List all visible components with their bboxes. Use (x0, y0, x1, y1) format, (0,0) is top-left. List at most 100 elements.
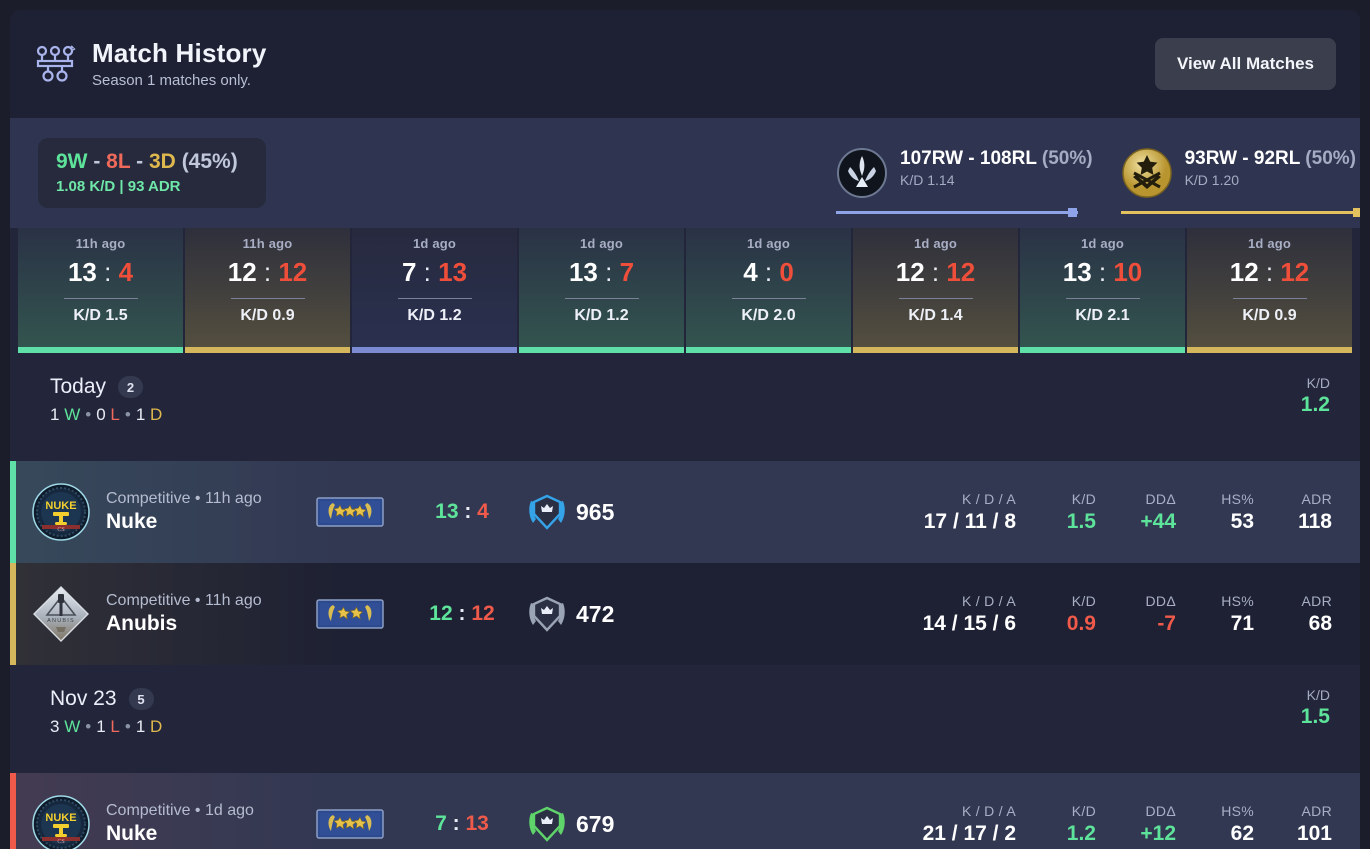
tile-time-ago: 1d ago (412, 236, 457, 251)
stat-kda: K / D / A 17 / 11 / 8 (866, 491, 1016, 534)
day-title-row: Today 2 (50, 375, 162, 399)
recent-match-tile[interactable]: 1d ago 12 : 12 K/D 0.9 (1187, 228, 1352, 353)
stat-hs-value: 62 (1230, 821, 1254, 845)
tile-result-accent (352, 347, 517, 353)
rank-progress-knob (1068, 208, 1078, 217)
tile-score: 12 : 12 (895, 257, 976, 287)
recent-match-tile[interactable]: 1d ago 7 : 13 K/D 1.2 (352, 228, 517, 353)
rank-progress-bar (1120, 208, 1360, 217)
tile-score-right: 0 (779, 257, 794, 287)
match-score-left: 7 (435, 812, 447, 835)
tile-kd: K/D 1.4 (908, 307, 963, 324)
day-losses: 0 (96, 405, 106, 424)
day-kd-value: 1.5 (1300, 705, 1330, 728)
overall-draws: 3D (148, 149, 176, 173)
recent-match-tile[interactable]: 1d ago 12 : 12 K/D 1.4 (853, 228, 1018, 353)
stat-adr-label: ADR (1301, 802, 1332, 819)
match-stats: K / D / A 14 / 15 / 6 K/D 0.9 DDΔ -7 HS%… (866, 593, 1360, 636)
match-result-edge (10, 563, 16, 665)
match-result-edge (10, 461, 16, 563)
tile-score: 12 : 12 (227, 257, 308, 287)
stat-kda: K / D / A 21 / 17 / 2 (866, 803, 1016, 846)
rank-summary-t: 93RW - 92RL (50%) K/D 1.20 (1120, 144, 1360, 217)
tile-score: 7 : 13 (401, 257, 468, 287)
rank-progress-bar (836, 208, 1078, 217)
premier-rating-block: 679 (528, 805, 678, 843)
stat-adr: ADR 101 (1254, 803, 1332, 846)
stat-dd-label: DDΔ (1145, 490, 1176, 507)
day-draws-label: D (150, 405, 163, 424)
tile-divider (397, 298, 472, 299)
stat-adr-value: 101 (1296, 821, 1332, 845)
match-mode-and-time: Competitive • 11h ago (106, 490, 262, 507)
match-map-name: Nuke (106, 510, 158, 533)
day-section-header: Today 2 1 W • 0 L • 1 D K/D 1.2 (10, 353, 1360, 461)
stat-kda-value: 17 / 11 / 8 (923, 509, 1016, 533)
day-wins-label: W (64, 405, 81, 424)
tile-score-left: 13 (1062, 257, 1092, 287)
premier-rating-block: 472 (528, 595, 678, 633)
match-row[interactable]: NUKE CS Competitive • 11h ago Nuke 13 : … (10, 461, 1360, 563)
match-meta: Competitive • 1d ago Nuke (106, 802, 316, 846)
day-title: Nov 23 (50, 687, 117, 710)
tile-result-accent (185, 347, 350, 353)
tile-score-right: 10 (1113, 257, 1143, 287)
stat-kd: K/D 0.9 (1016, 593, 1096, 636)
day-record: 1 W • 0 L • 1 D (50, 405, 163, 424)
tile-time-ago: 1d ago (579, 236, 624, 251)
match-score-right: 4 (477, 500, 489, 523)
day-title: Today (50, 375, 107, 398)
tile-score-right: 12 (946, 257, 976, 287)
rank-percent: (50%) (1305, 148, 1356, 169)
tile-divider (230, 298, 305, 299)
recent-match-tile[interactable]: 11h ago 13 : 4 K/D 1.5 (18, 228, 183, 353)
premier-rating-block: 965 (528, 493, 678, 531)
day-match-count: 2 (118, 376, 144, 398)
day-kd-label: K/D (1306, 375, 1330, 391)
match-row[interactable]: ANUBIS Competitive • 11h ago Anubis 12 :… (10, 563, 1360, 665)
rank-percent: (50%) (1041, 148, 1093, 169)
premier-rating-value: 679 (576, 810, 615, 837)
recent-match-tile[interactable]: 1d ago 13 : 7 K/D 1.2 (519, 228, 684, 353)
match-map-name: Anubis (106, 612, 178, 635)
tile-result-accent (18, 347, 183, 353)
tile-divider (564, 298, 639, 299)
premier-rating-value: 472 (576, 600, 615, 627)
tile-result-accent (686, 347, 851, 353)
card-header: Match History Season 1 matches only. Vie… (10, 10, 1360, 118)
stat-dd-value: -7 (1157, 611, 1176, 635)
overall-losses: 8L (106, 149, 131, 173)
rank-summary-text: 93RW - 92RL (50%) K/D 1.20 (1185, 144, 1356, 188)
recent-match-tile[interactable]: 1d ago 13 : 10 K/D 2.1 (1020, 228, 1185, 353)
rank-progress-track (836, 211, 1078, 214)
match-mode-and-time: Competitive • 11h ago (106, 592, 262, 609)
overall-record-line: 9W - 8L - 3D (45%) (56, 149, 238, 173)
recent-match-tile[interactable]: 1d ago 4 : 0 K/D 2.0 (686, 228, 851, 353)
nuke-map-icon: NUKE CS (32, 483, 90, 541)
match-meta: Competitive • 11h ago Anubis (106, 592, 316, 636)
day-draws: 1 (135, 405, 146, 424)
match-score: 7 : 13 (435, 812, 489, 835)
stat-kd: K/D 1.5 (1016, 491, 1096, 534)
rank-record-line: 93RW - 92RL (50%) (1185, 148, 1356, 170)
rank-record: 93RW - 92RL (1184, 148, 1301, 169)
stat-dd: DDΔ +12 (1096, 803, 1176, 846)
stat-kda-value: 21 / 17 / 2 (922, 821, 1016, 845)
tile-time-ago: 1d ago (913, 236, 958, 251)
match-map-name: Nuke (106, 822, 158, 845)
tile-score: 4 : 0 (743, 257, 794, 287)
view-all-matches-button[interactable]: View All Matches (1155, 38, 1336, 90)
stat-kd-label: K/D (1071, 490, 1096, 507)
day-losses: 1 (96, 717, 106, 736)
stat-dd-value: +12 (1140, 821, 1176, 845)
tile-divider (63, 298, 138, 299)
tile-result-accent (519, 347, 684, 353)
recent-match-tile[interactable]: 11h ago 12 : 12 K/D 0.9 (185, 228, 350, 353)
stat-dd-label: DDΔ (1145, 802, 1176, 819)
tile-score: 13 : 10 (1062, 257, 1143, 287)
day-header-right: K/D 1.2 (1301, 375, 1330, 417)
day-kd-value: 1.2 (1300, 393, 1330, 416)
tile-score-left: 12 (227, 257, 257, 287)
stat-kd-value: 0.9 (1066, 611, 1096, 635)
match-row[interactable]: NUKE CS Competitive • 1d ago Nuke 7 : 13 (10, 773, 1360, 849)
